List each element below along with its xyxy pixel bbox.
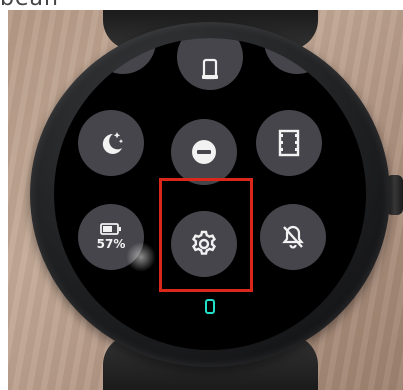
tile-phone[interactable]	[177, 38, 243, 90]
tile-notifications-off[interactable]	[260, 204, 326, 270]
tile-do-not-disturb[interactable]	[171, 119, 237, 185]
screen-glare	[126, 242, 156, 272]
bedtime-moon-icon	[96, 128, 126, 158]
battery-icon	[100, 223, 122, 235]
phone-icon	[200, 58, 220, 82]
watch-photo: 57%	[8, 10, 403, 390]
settings-highlight-box	[159, 178, 253, 292]
battery-percentage: 57%	[96, 237, 126, 251]
tile-bedtime-mode[interactable]	[78, 110, 144, 176]
theater-mode-icon	[277, 128, 301, 158]
page-indicator	[205, 299, 215, 314]
do-not-disturb-icon	[190, 138, 218, 166]
notifications-off-icon	[279, 223, 307, 251]
tile-theater-mode[interactable]	[256, 110, 322, 176]
